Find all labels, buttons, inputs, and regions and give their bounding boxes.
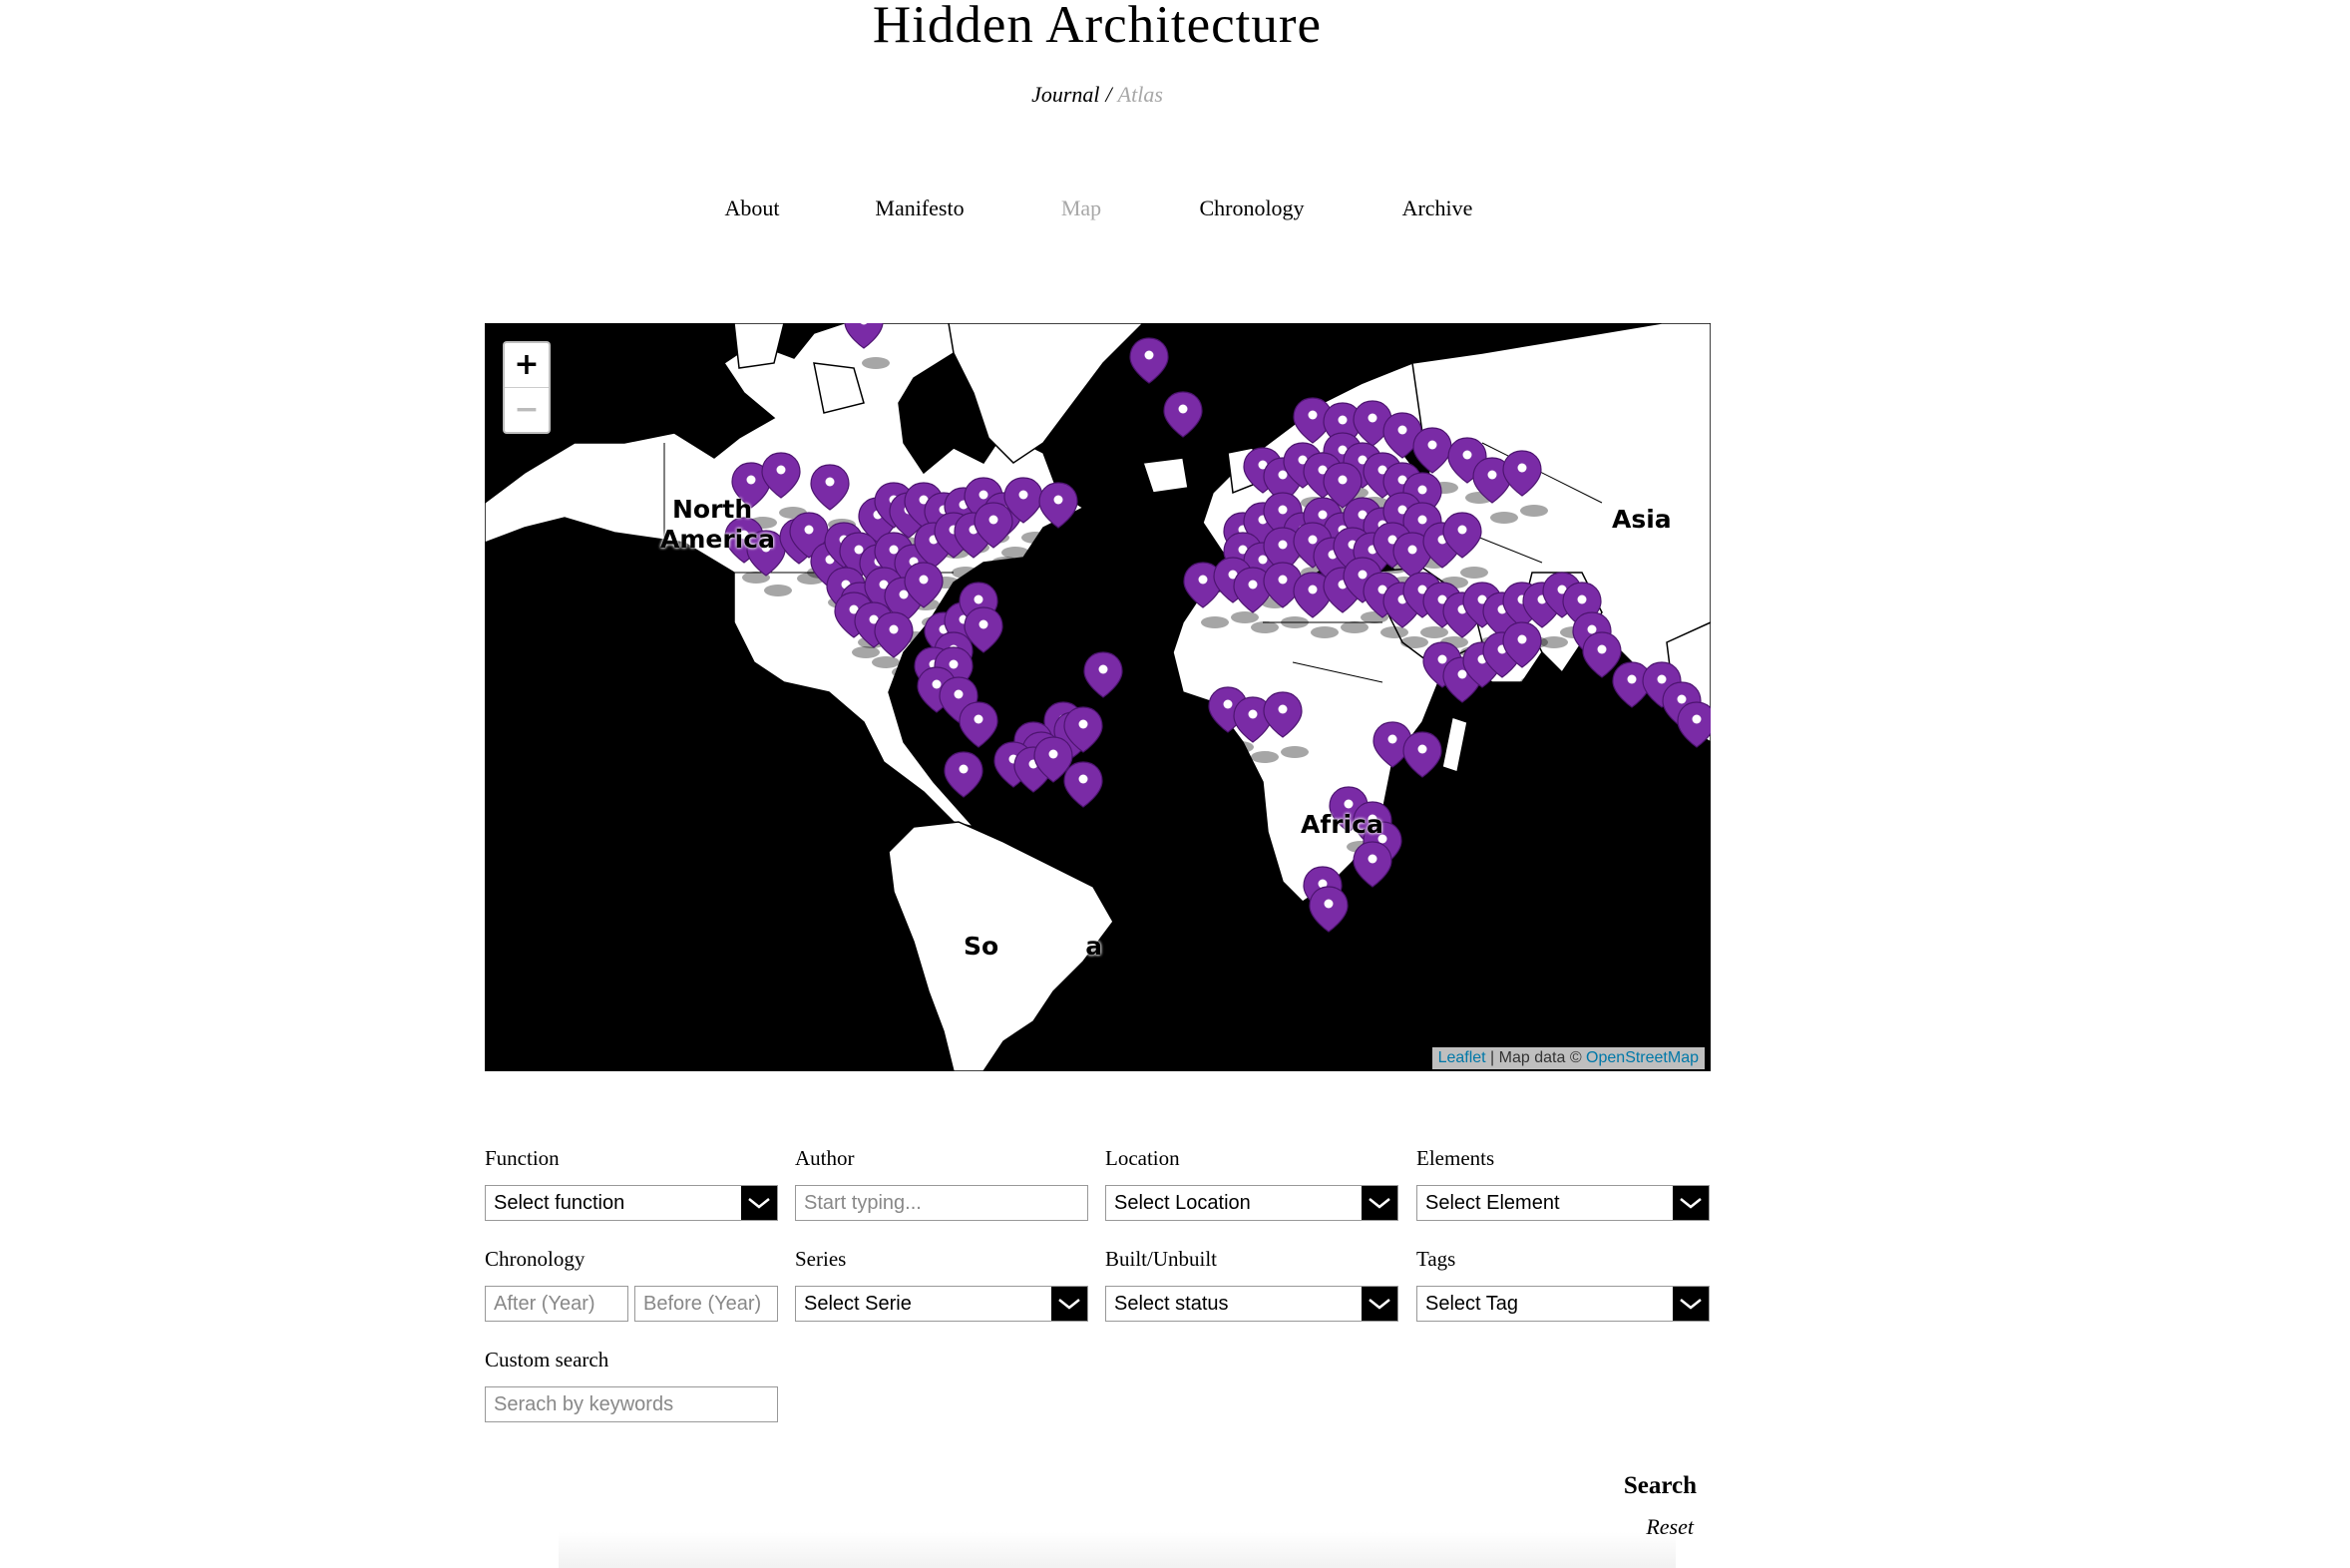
nav-map[interactable]: Map: [1061, 196, 1101, 221]
tags-field: Tags Select Tag: [1416, 1246, 1710, 1322]
map-label-south-america: So a: [964, 932, 1103, 961]
before-year-input[interactable]: Before (Year): [634, 1286, 778, 1322]
series-field: Series Select Serie: [795, 1246, 1088, 1322]
function-field: Function Select function: [485, 1145, 778, 1221]
map-label-asia: Asia: [1612, 505, 1672, 534]
zoom-in-button[interactable]: +: [505, 343, 549, 387]
attribution-text: | Map data ©: [1485, 1049, 1587, 1066]
tags-label: Tags: [1416, 1247, 1456, 1271]
function-label: Function: [485, 1146, 560, 1170]
series-label: Series: [795, 1247, 847, 1271]
map-label-america: America: [660, 525, 775, 554]
chevron-down-icon: [1673, 1287, 1709, 1321]
custom-search-label: Custom search: [485, 1348, 609, 1372]
map-marker-icon[interactable]: [1442, 512, 1488, 579]
nav-archive[interactable]: Archive: [1402, 196, 1473, 221]
map-marker-icon[interactable]: [1309, 886, 1355, 953]
world-map[interactable]: North America Asia Africa So a + − Leafl…: [485, 323, 1711, 1071]
chevron-down-icon: [1362, 1186, 1397, 1220]
filter-form: Function Select function Author Start ty…: [485, 1145, 1711, 1444]
chevron-down-icon: [1051, 1287, 1087, 1321]
elements-select[interactable]: Select Element: [1416, 1185, 1710, 1221]
search-button[interactable]: Search: [1624, 1472, 1697, 1500]
map-marker-icon[interactable]: [1677, 701, 1711, 768]
built-field: Built/Unbuilt Select status: [1105, 1246, 1398, 1322]
function-select[interactable]: Select function: [485, 1185, 778, 1221]
author-field: Author Start typing...: [795, 1145, 1088, 1221]
nav-manifesto[interactable]: Manifesto: [875, 196, 964, 221]
built-select[interactable]: Select status: [1105, 1286, 1398, 1322]
built-label: Built/Unbuilt: [1105, 1247, 1218, 1271]
chronology-field: Chronology After (Year) Before (Year): [485, 1246, 778, 1322]
site-title: Hidden Architecture: [872, 0, 1323, 54]
elements-select-value: Select Element: [1425, 1192, 1560, 1214]
tags-select-value: Select Tag: [1425, 1293, 1519, 1315]
elements-label: Elements: [1416, 1146, 1495, 1170]
map-marker-icon[interactable]: [844, 323, 890, 369]
subnav-separator: /: [1105, 82, 1112, 107]
tags-select[interactable]: Select Tag: [1416, 1286, 1710, 1322]
function-select-value: Select function: [494, 1192, 625, 1214]
location-select-value: Select Location: [1114, 1192, 1251, 1214]
zoom-out-button[interactable]: −: [505, 387, 549, 432]
after-year-input[interactable]: After (Year): [485, 1286, 628, 1322]
location-select[interactable]: Select Location: [1105, 1185, 1398, 1221]
map-marker-icon[interactable]: [1163, 391, 1209, 458]
keyword-search-input[interactable]: Serach by keywords: [485, 1386, 778, 1422]
chevron-down-icon: [741, 1186, 777, 1220]
map-marker-icon[interactable]: [1129, 337, 1175, 404]
sub-navigation: Journal / Atlas: [0, 82, 2194, 108]
series-select-value: Select Serie: [804, 1293, 912, 1315]
osm-link[interactable]: OpenStreetMap: [1586, 1049, 1699, 1066]
map-label-north: North: [672, 495, 753, 524]
series-select[interactable]: Select Serie: [795, 1286, 1088, 1322]
author-label: Author: [795, 1146, 855, 1170]
journal-link[interactable]: Journal: [1031, 82, 1099, 107]
location-label: Location: [1105, 1146, 1180, 1170]
nav-chronology[interactable]: Chronology: [1199, 196, 1304, 221]
map-marker-icon[interactable]: [1263, 691, 1309, 758]
chevron-down-icon: [1362, 1287, 1397, 1321]
map-marker-icon[interactable]: [1402, 731, 1448, 798]
map-marker-icon[interactable]: [874, 611, 920, 678]
map-marker-icon[interactable]: [761, 452, 807, 519]
elements-field: Elements Select Element: [1416, 1145, 1710, 1221]
map-attribution: Leaflet | Map data © OpenStreetMap: [1431, 1047, 1705, 1069]
zoom-control: + −: [503, 341, 551, 434]
author-input[interactable]: Start typing...: [795, 1185, 1088, 1221]
map-marker-icon[interactable]: [1502, 621, 1548, 688]
bottom-fade: [559, 1532, 1676, 1568]
map-marker-icon[interactable]: [1502, 450, 1548, 517]
chevron-down-icon: [1673, 1186, 1709, 1220]
location-field: Location Select Location: [1105, 1145, 1398, 1221]
nav-about[interactable]: About: [725, 196, 780, 221]
map-label-africa: Africa: [1301, 810, 1383, 839]
leaflet-link[interactable]: Leaflet: [1438, 1049, 1486, 1066]
atlas-link[interactable]: Atlas: [1118, 82, 1163, 107]
built-select-value: Select status: [1114, 1293, 1229, 1315]
custom-search-field: Custom search Serach by keywords: [485, 1347, 778, 1422]
chronology-label: Chronology: [485, 1247, 586, 1271]
